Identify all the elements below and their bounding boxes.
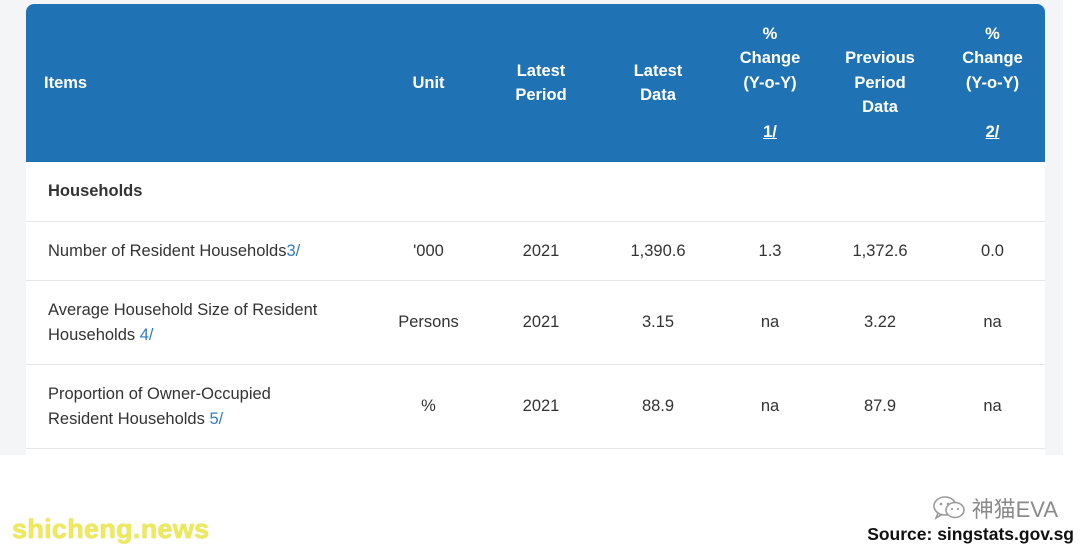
content-panel: Items Unit Latest Period Latest Data % C…: [0, 0, 1063, 455]
row-latest-data: 88.9: [641, 397, 675, 415]
table-row: Number of Resident Households3/ '000 202…: [26, 222, 1045, 281]
header-latest-data: Latest Data: [633, 61, 683, 105]
row-item-label: Average Household Size of Resident House…: [48, 281, 378, 364]
row-unit: Persons: [398, 313, 459, 331]
header-unit: Unit: [412, 73, 445, 92]
row-unit: '000: [413, 241, 444, 260]
row-change-2: 0.0: [981, 241, 1004, 260]
footnote-1-link[interactable]: 1/: [740, 120, 801, 145]
row-item-label: Proportion of Owner-Occupied Resident Ho…: [48, 365, 378, 448]
stats-table: Items Unit Latest Period Latest Data % C…: [26, 4, 1045, 455]
header-change-yoy-1: % Change (Y-o-Y) 1/: [720, 4, 820, 162]
footnote-2-link[interactable]: 2/: [962, 120, 1023, 145]
section-row-households: Households: [26, 162, 1045, 222]
row-latest-data: 3.15: [641, 313, 675, 331]
row-latest-period: 2021: [522, 397, 560, 415]
row-previous-data: 87.9: [863, 397, 897, 415]
row-previous-data: 3.22: [863, 313, 897, 331]
header-change-yoy-2-label: % Change (Y-o-Y): [962, 24, 1023, 92]
header-change-yoy-1-label: % Change (Y-o-Y): [739, 24, 801, 92]
row-item-text-line1: Average Household Size of Resident: [48, 300, 318, 319]
row-change-1: 1.3: [758, 241, 782, 260]
watermark-text: 神猫EVA: [971, 497, 1058, 522]
row-item-text-line2: Households: [48, 325, 140, 344]
row-item-label: Number of Resident Households3/: [48, 222, 378, 280]
source-caption: Source: singstats.gov.sg: [867, 524, 1074, 544]
row-change-1: na: [760, 313, 780, 331]
footnote-4-link[interactable]: 4/: [140, 326, 154, 344]
header-latest-period: Latest Period: [515, 61, 567, 105]
footnote-3-link[interactable]: 3/: [286, 242, 300, 260]
row-item-text-line1: Proportion of Owner-Occupied: [48, 384, 271, 403]
row-change-1: na: [760, 397, 780, 415]
footnote-5-link[interactable]: 5/: [209, 410, 223, 428]
row-latest-period: 2021: [522, 313, 560, 331]
table-row: Proportion of Owner-Occupied Resident Ho…: [26, 365, 1045, 449]
table-row: Average Household Size of Resident House…: [26, 281, 1045, 365]
table-header: Items Unit Latest Period Latest Data % C…: [26, 4, 1045, 162]
row-item-text-line2: Resident Households: [48, 409, 210, 428]
header-previous-period-data: Previous Period Data: [845, 49, 915, 117]
row-unit: %: [421, 397, 436, 415]
row-latest-data: 1,390.6: [630, 241, 686, 260]
brand-watermark: shicheng.news: [12, 514, 210, 544]
row-change-2: na: [983, 397, 1002, 415]
section-label: Households: [48, 182, 143, 200]
header-change-yoy-2: % Change (Y-o-Y) 2/: [940, 4, 1045, 162]
row-previous-data: 1,372.6: [852, 241, 908, 260]
row-change-2: na: [983, 313, 1002, 331]
wechat-watermark: 神猫EVA: [932, 492, 1058, 524]
header-items: Items: [44, 73, 88, 92]
row-latest-period: 2021: [522, 241, 560, 260]
wechat-icon: [932, 496, 965, 520]
row-item-text: Number of Resident Households: [48, 241, 287, 260]
